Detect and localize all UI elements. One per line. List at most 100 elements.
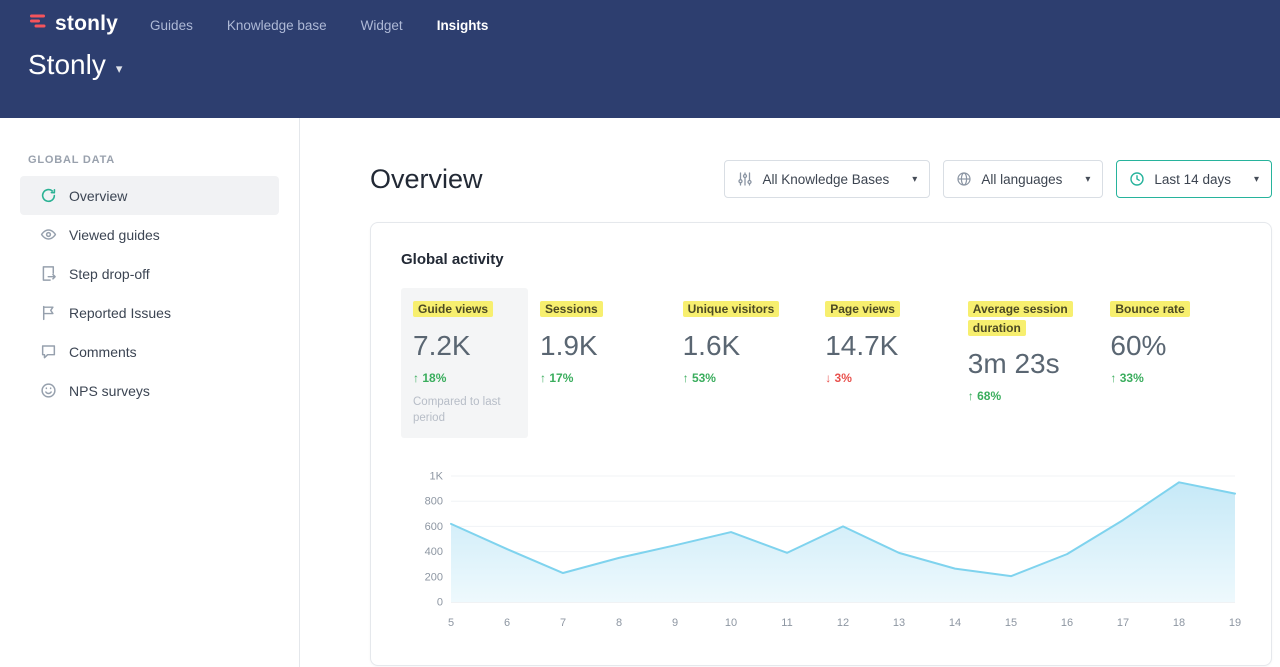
sidebar-item-viewed-guides[interactable]: Viewed guides (20, 215, 279, 254)
metric-average-session-duration[interactable]: Average session duration 3m 23s ↑ 68% (956, 288, 1099, 415)
y-tick-label: 800 (425, 495, 443, 507)
brand-text: stonly (55, 12, 118, 36)
metric-bounce-rate[interactable]: Bounce rate 60% ↑ 33% (1098, 288, 1241, 397)
nav-top-row: stonly Guides Knowledge base Widget Insi… (0, 0, 1280, 36)
metric-value: 1.6K (683, 330, 802, 362)
sidebar-item-step-drop-off[interactable]: Step drop-off (20, 254, 279, 293)
nav-item-guides[interactable]: Guides (150, 18, 193, 33)
chevron-down-icon: ▾ (1254, 174, 1259, 185)
x-tick-label: 11 (781, 617, 792, 629)
metric-sessions[interactable]: Sessions 1.9K ↑ 17% (528, 288, 671, 397)
card-title: Global activity (401, 251, 1241, 268)
metric-change: ↑ 18% (413, 371, 516, 385)
trend-arrow-icon: ↑ (540, 371, 546, 385)
metric-value: 14.7K (825, 330, 944, 362)
metric-value: 3m 23s (968, 348, 1087, 380)
page-title: Overview (370, 160, 483, 195)
workspace-name[interactable]: Stonly (28, 49, 106, 81)
metric-value: 60% (1110, 330, 1229, 362)
trend-arrow-icon: ↓ (825, 371, 831, 385)
metric-note: Compared to last period (413, 394, 508, 426)
sidebar-item-reported-issues[interactable]: Reported Issues (20, 293, 279, 332)
x-tick-label: 12 (837, 617, 849, 629)
sidebar-item-label: NPS surveys (69, 383, 150, 399)
metric-label: Page views (825, 301, 900, 317)
workspace-row: Stonly ▾ (0, 36, 1280, 81)
trend-arrow-icon: ↑ (683, 371, 689, 385)
metric-change: ↑ 33% (1110, 371, 1229, 385)
x-tick-label: 9 (672, 617, 678, 629)
y-tick-label: 0 (437, 596, 443, 608)
sidebar-item-label: Comments (69, 344, 137, 360)
trend-arrow-icon: ↑ (413, 371, 419, 385)
metric-label: Average session duration (968, 301, 1073, 336)
x-tick-label: 15 (1005, 617, 1017, 629)
metric-page-views[interactable]: Page views 14.7K ↓ 3% (813, 288, 956, 397)
trend-arrow-icon: ↑ (968, 389, 974, 403)
metric-value: 7.2K (413, 330, 516, 362)
metric-label: Guide views (413, 301, 493, 317)
x-tick-label: 14 (949, 617, 961, 629)
metric-unique-visitors[interactable]: Unique visitors 1.6K ↑ 53% (671, 288, 814, 397)
nav-item-widget[interactable]: Widget (361, 18, 403, 33)
sidebar-item-label: Viewed guides (69, 227, 160, 243)
global-activity-card: Global activity Guide views 7.2K ↑ 18% C… (370, 222, 1272, 666)
metric-label: Unique visitors (683, 301, 780, 317)
chart-area: 02004006008001K5678910111213141516171819 (401, 464, 1241, 647)
sidebar-item-nps-surveys[interactable]: NPS surveys (20, 371, 279, 410)
y-tick-label: 400 (425, 546, 443, 558)
chevron-down-icon: ▾ (912, 174, 917, 185)
y-tick-label: 1K (430, 470, 444, 482)
primary-nav: Guides Knowledge base Widget Insights (150, 15, 488, 33)
top-navbar: stonly Guides Knowledge base Widget Insi… (0, 0, 1280, 118)
nav-item-insights[interactable]: Insights (437, 18, 489, 33)
document-arrow-icon (40, 265, 57, 282)
language-filter-dropdown[interactable]: All languages ▾ (943, 160, 1103, 198)
stonly-logo-icon (28, 11, 48, 36)
metric-change: ↓ 3% (825, 371, 944, 385)
sidebar-item-label: Reported Issues (69, 305, 171, 321)
x-tick-label: 5 (448, 617, 454, 629)
main-header: Overview All Knowledge Bases ▾ (370, 160, 1272, 198)
comment-bubble-icon (40, 343, 57, 360)
y-tick-label: 600 (425, 521, 443, 533)
metric-label: Bounce rate (1110, 301, 1189, 317)
clock-icon (1129, 171, 1145, 187)
x-tick-label: 7 (560, 617, 566, 629)
x-tick-label: 18 (1173, 617, 1185, 629)
filter-label: Last 14 days (1154, 172, 1231, 187)
x-tick-label: 8 (616, 617, 622, 629)
page-layout: GLOBAL DATA Overview Viewed guides (0, 118, 1280, 667)
chevron-down-icon: ▾ (1085, 174, 1090, 185)
sliders-icon (737, 171, 753, 187)
brand[interactable]: stonly (28, 11, 118, 36)
filter-label: All languages (981, 172, 1062, 187)
metric-change: ↑ 17% (540, 371, 659, 385)
nav-item-knowledge-base[interactable]: Knowledge base (227, 18, 327, 33)
sidebar-item-comments[interactable]: Comments (20, 332, 279, 371)
date-range-filter-dropdown[interactable]: Last 14 days ▾ (1116, 160, 1272, 198)
globe-icon (956, 171, 972, 187)
sidebar-section-label: GLOBAL DATA (0, 154, 299, 166)
filter-label: All Knowledge Bases (762, 172, 889, 187)
metric-change: ↑ 68% (968, 389, 1087, 403)
metrics-row: Guide views 7.2K ↑ 18% Compared to last … (401, 288, 1241, 438)
x-tick-label: 17 (1117, 617, 1129, 629)
sidebar: GLOBAL DATA Overview Viewed guides (0, 118, 300, 667)
filter-bar: All Knowledge Bases ▾ All languages ▾ (724, 160, 1272, 198)
sidebar-item-overview[interactable]: Overview (20, 176, 279, 215)
sidebar-item-label: Overview (69, 188, 127, 204)
chevron-down-icon[interactable]: ▾ (116, 54, 123, 77)
knowledge-base-filter-dropdown[interactable]: All Knowledge Bases ▾ (724, 160, 930, 198)
trend-arrow-icon: ↑ (1110, 371, 1116, 385)
eye-icon (40, 226, 57, 243)
flag-icon (40, 304, 57, 321)
x-tick-label: 13 (893, 617, 905, 629)
metric-value: 1.9K (540, 330, 659, 362)
x-tick-label: 19 (1229, 617, 1241, 629)
overview-refresh-icon (40, 187, 57, 204)
metric-change: ↑ 53% (683, 371, 802, 385)
sidebar-item-label: Step drop-off (69, 266, 150, 282)
y-tick-label: 200 (425, 571, 443, 583)
metric-guide-views[interactable]: Guide views 7.2K ↑ 18% Compared to last … (401, 288, 528, 438)
